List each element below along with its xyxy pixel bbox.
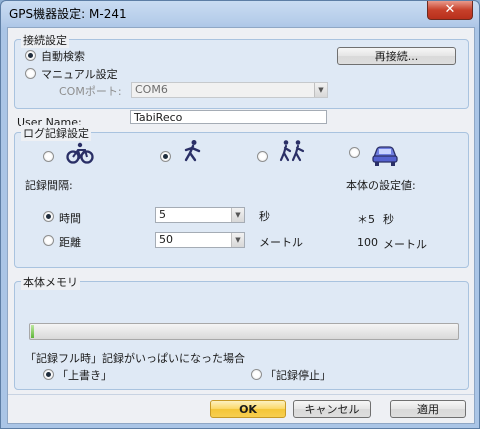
auto-search-label: 自動検索 [41,50,85,63]
mode-hike-radio[interactable] [257,151,268,162]
device-time-value: ＊5 [357,213,375,226]
auto-search-radio[interactable] [25,50,36,61]
log-group-label: ログ記録設定 [21,125,91,141]
reconnect-button[interactable]: 再接続... [337,47,456,65]
walker-icon[interactable] [177,139,207,163]
user-name-input[interactable]: TabiReco [130,110,327,124]
overwrite-radio[interactable] [43,369,54,380]
interval-distance-label: 距離 [59,236,81,249]
distance-value-input[interactable]: 50 ▼ [155,232,245,248]
time-value: 5 [159,208,166,221]
memory-usage-bar [29,323,459,340]
time-unit-label: 秒 [259,210,270,223]
mode-car-radio[interactable] [349,147,360,158]
interval-time-radio[interactable] [43,211,54,222]
mode-walk-radio[interactable] [160,151,171,162]
title-bar: GPS機器設定: M-241 ✕ [1,1,479,27]
distance-unit-label: メートル [259,236,303,249]
interval-distance-radio[interactable] [43,235,54,246]
chevron-down-icon: ▼ [314,83,327,97]
memory-group-label: 本体メモリ [21,274,80,290]
apply-button[interactable]: 適用 [390,400,466,418]
stop-recording-label: 「記録停止」 [265,369,331,382]
manual-setting-label: マニュアル設定 [41,68,118,81]
device-distance-unit: メートル [383,238,427,251]
connection-group-label: 接続設定 [21,32,69,48]
button-separator [8,394,474,395]
manual-setting-radio[interactable] [25,68,36,79]
com-port-value: COM6 [135,83,168,96]
device-setting-label: 本体の設定値: [346,179,416,192]
device-distance-value: 100 [357,236,378,249]
ok-button[interactable]: OK [210,400,286,418]
interval-time-label: 時間 [59,212,81,225]
connection-group: 接続設定 自動検索 マニュアル設定 COMポート: COM6 ▼ 再接続... [14,32,469,109]
distance-value: 50 [159,233,173,246]
device-time-unit: 秒 [383,213,394,226]
chevron-down-icon: ▼ [231,208,244,222]
dialog-client: 接続設定 自動検索 マニュアル設定 COMポート: COM6 ▼ 再接続... … [7,27,475,424]
close-button[interactable]: ✕ [427,1,473,20]
stop-recording-radio[interactable] [251,369,262,380]
full-prompt-text: 「記録フル時」記録がいっぱいになった場合 [25,352,245,365]
overwrite-label: 「上書き」 [57,369,112,382]
interval-label: 記録間隔: [25,179,73,192]
hikers-icon[interactable] [277,139,307,163]
com-port-select[interactable]: COM6 ▼ [131,82,328,98]
bicycle-icon[interactable] [65,141,95,165]
memory-usage-fill [31,325,35,338]
window-title: GPS機器設定: M-241 [9,7,127,21]
close-icon: ✕ [444,2,456,17]
chevron-down-icon: ▼ [231,233,244,247]
cancel-button[interactable]: キャンセル [293,400,371,418]
com-port-label: COMポート: [59,85,122,98]
mode-bicycle-radio[interactable] [43,151,54,162]
time-value-input[interactable]: 5 ▼ [155,207,245,223]
dialog-window: GPS機器設定: M-241 ✕ 接続設定 自動検索 マニュアル設定 COMポー… [0,0,480,429]
log-settings-group: ログ記録設定 記録間隔: 本体の設定値: 時間 5 ▼ 秒 ＊5 秒 距離 50… [14,125,469,268]
memory-group: 本体メモリ 「記録フル時」記録がいっぱいになった場合 「上書き」 「記録停止」 [14,274,469,390]
car-icon[interactable] [370,143,400,167]
